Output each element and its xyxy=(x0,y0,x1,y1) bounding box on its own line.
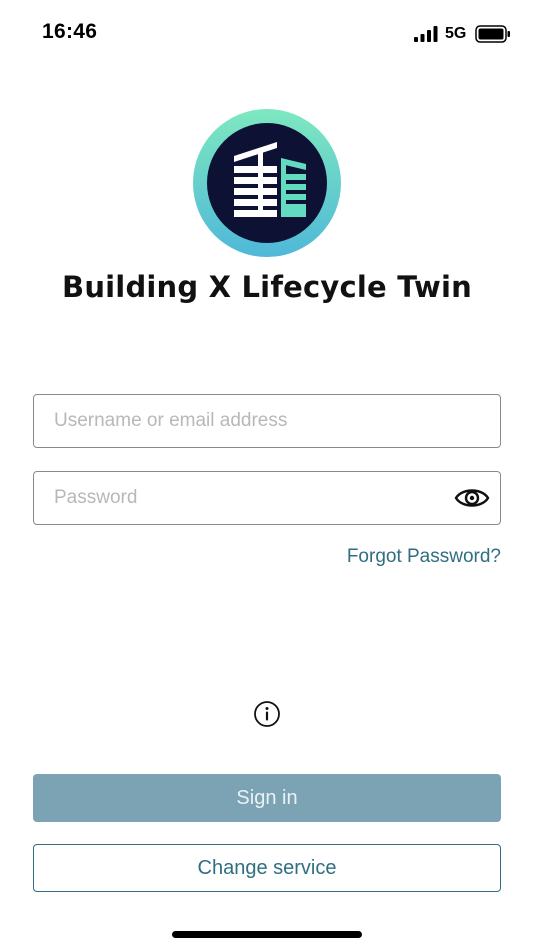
home-indicator[interactable] xyxy=(172,931,362,938)
cellular-signal-icon xyxy=(414,26,438,42)
battery-full-icon xyxy=(475,25,510,43)
eye-icon[interactable] xyxy=(454,483,490,513)
sign-in-button[interactable]: Sign in xyxy=(33,774,501,822)
password-field[interactable] xyxy=(33,471,501,525)
network-type: 5G xyxy=(445,25,467,42)
change-service-button[interactable]: Change service xyxy=(33,844,501,892)
username-field[interactable] xyxy=(33,394,501,448)
status-bar: 16:46 5G xyxy=(0,0,534,68)
status-time: 16:46 xyxy=(42,20,98,43)
username-input[interactable] xyxy=(54,395,454,447)
password-input[interactable] xyxy=(54,472,454,524)
app-title: Building X Lifecycle Twin xyxy=(62,270,472,304)
info-icon[interactable] xyxy=(253,700,281,728)
building-logo-icon xyxy=(193,109,341,257)
forgot-password-link[interactable]: Forgot Password? xyxy=(347,546,501,568)
